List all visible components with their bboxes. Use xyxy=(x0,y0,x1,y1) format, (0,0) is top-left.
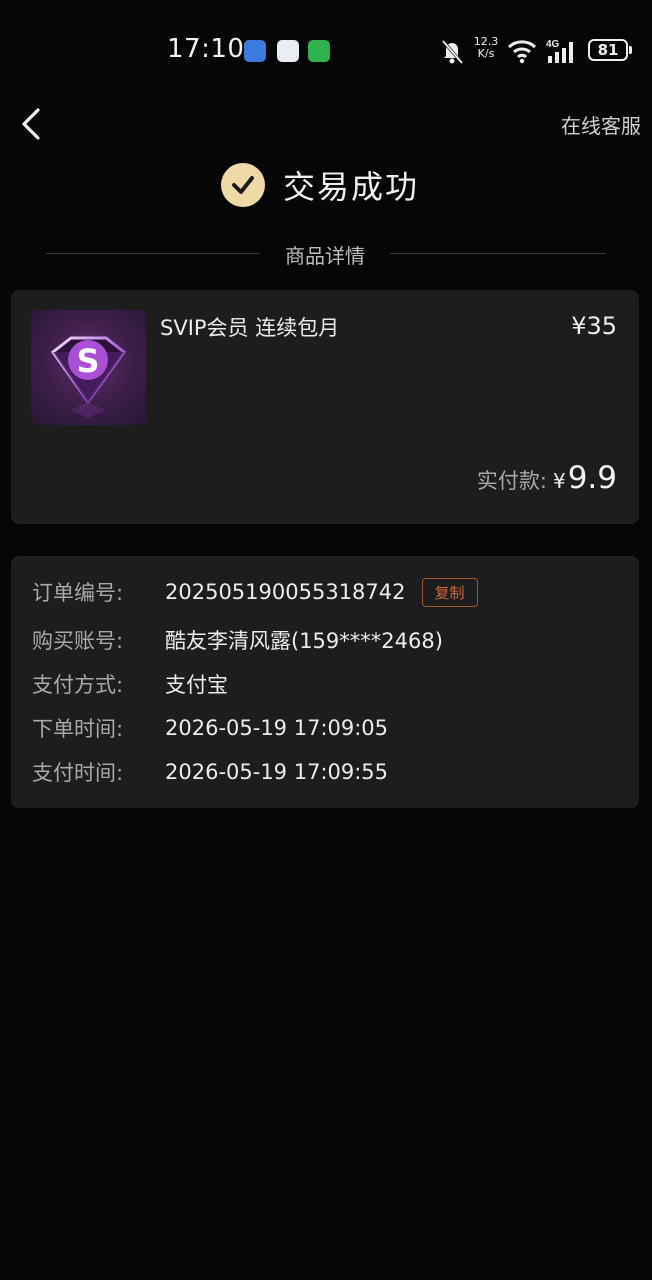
account-value: 酷友李清风露(159****2468) xyxy=(165,629,443,653)
status-bar: 17:10 12.3 K/s 4G 81 xyxy=(0,0,652,100)
product-price: ¥35 xyxy=(571,312,617,340)
order-time-value: 2026-05-19 17:09:05 xyxy=(165,716,389,740)
network-speed-unit: K/s xyxy=(477,47,495,60)
order-row-number: 订单编号: 202505190055318742 复制 xyxy=(32,576,478,608)
signal-icon: 4G xyxy=(546,39,573,63)
paid-amount: 9.9 xyxy=(567,460,617,496)
product-card: S SVIP会员 连续包月 ¥35 实付款: ¥ 9.9 xyxy=(11,290,639,524)
transaction-status: 交易成功 xyxy=(221,162,419,208)
network-type-label: 4G xyxy=(546,39,560,50)
battery-icon: 81 xyxy=(588,39,632,61)
divider-right xyxy=(390,253,606,254)
order-number-label: 订单编号: xyxy=(32,581,124,605)
check-circle-icon xyxy=(221,163,265,207)
network-speed: 12.3 K/s xyxy=(472,36,500,66)
payment-method-label: 支付方式: xyxy=(32,673,124,697)
paid-amount-row: 实付款: ¥ 9.9 xyxy=(477,460,617,496)
section-title: 商品详情 xyxy=(285,244,365,268)
order-row-pay-time: 支付时间: 2026-05-19 17:09:55 xyxy=(32,756,388,788)
order-number-value: 202505190055318742 xyxy=(165,580,406,604)
online-service-link[interactable]: 在线客服 xyxy=(561,110,641,139)
payment-method-value: 支付宝 xyxy=(165,673,228,697)
order-row-order-time: 下单时间: 2026-05-19 17:09:05 xyxy=(32,712,388,744)
pay-time-value: 2026-05-19 17:09:55 xyxy=(165,760,389,784)
order-row-account: 购买账号: 酷友李清风露(159****2468) xyxy=(32,624,443,656)
thumb-letter: S xyxy=(76,342,99,380)
status-time: 17:10 xyxy=(167,34,245,64)
wifi-icon xyxy=(507,40,537,64)
product-name: SVIP会员 连续包月 xyxy=(160,316,340,340)
order-row-payment-method: 支付方式: 支付宝 xyxy=(32,668,228,700)
product-details-header: 商品详情 xyxy=(0,236,652,272)
paid-currency: ¥ xyxy=(552,469,566,493)
photo-app-icon xyxy=(277,40,299,62)
divider-left xyxy=(46,253,260,254)
wechat-app-icon xyxy=(308,40,330,62)
pay-time-label: 支付时间: xyxy=(32,761,124,785)
svip-diamond-icon: S xyxy=(50,336,127,418)
message-app-icon xyxy=(244,40,266,62)
account-label: 购买账号: xyxy=(32,629,124,653)
order-info-card: 订单编号: 202505190055318742 复制 购买账号: 酷友李清风露… xyxy=(11,556,639,808)
paid-label: 实付款: xyxy=(476,469,547,493)
back-arrow-icon[interactable] xyxy=(14,104,54,144)
mute-bell-icon xyxy=(441,40,464,64)
product-thumbnail: S xyxy=(31,310,146,425)
order-time-label: 下单时间: xyxy=(32,717,124,741)
success-title: 交易成功 xyxy=(283,168,420,206)
copy-button[interactable]: 复制 xyxy=(421,577,478,607)
